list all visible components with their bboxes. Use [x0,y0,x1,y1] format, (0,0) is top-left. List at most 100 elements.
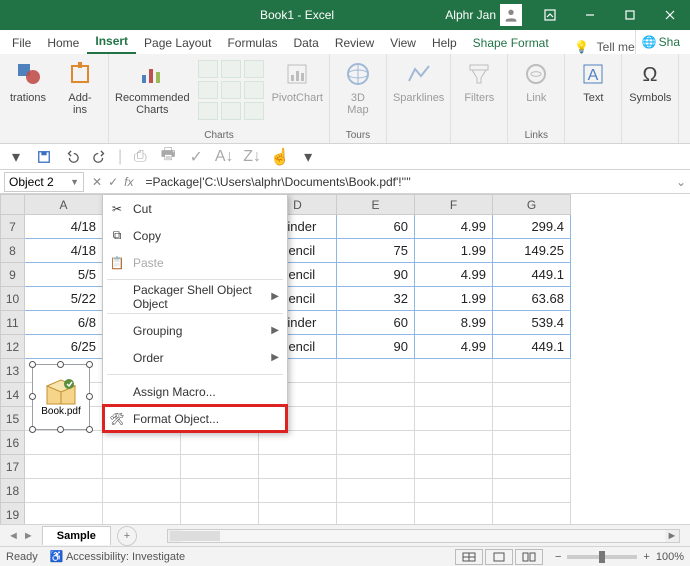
print-preview-icon[interactable]: 🖶 [158,147,178,167]
redo-button[interactable] [90,147,110,167]
addins-button[interactable]: Add- ins [58,60,102,116]
row-header[interactable]: 17 [1,455,25,479]
row-header[interactable]: 12 [1,335,25,359]
cell[interactable]: 32 [337,287,415,311]
cell[interactable] [25,455,103,479]
cell[interactable]: 8.99 [415,311,493,335]
scroll-right-icon[interactable]: ► [665,530,679,542]
cell[interactable]: 149.25 [493,239,571,263]
cell[interactable] [337,407,415,431]
cell[interactable]: 5/22 [25,287,103,311]
symbols-button[interactable]: Ω Symbols [628,60,672,104]
row-header[interactable]: 14 [1,383,25,407]
enter-formula-icon[interactable]: ✓ [108,175,118,189]
resize-handle[interactable] [86,393,93,400]
cell[interactable]: 5/5 [25,263,103,287]
tab-home[interactable]: Home [39,32,87,54]
3d-map-button[interactable]: 3D Map [336,60,380,116]
cell[interactable] [103,479,181,503]
cell[interactable] [415,479,493,503]
cell[interactable] [337,383,415,407]
cell[interactable] [337,359,415,383]
row-header[interactable]: 16 [1,431,25,455]
undo-button[interactable] [62,147,82,167]
illustrations-button[interactable]: trations [6,60,50,104]
cell[interactable]: 90 [337,335,415,359]
cell[interactable] [493,431,571,455]
cell[interactable]: 449.1 [493,335,571,359]
scroll-thumb[interactable] [170,531,220,541]
cell[interactable] [103,431,181,455]
resize-handle[interactable] [29,426,36,433]
context-menu-item[interactable]: Assign Macro... [103,378,287,405]
expand-formula-bar-icon[interactable]: ⌄ [672,175,690,189]
row-header[interactable]: 18 [1,479,25,503]
minimize-button[interactable] [570,0,610,30]
cell[interactable]: 63.68 [493,287,571,311]
zoom-level[interactable]: 100% [656,551,684,563]
cell[interactable] [493,383,571,407]
column-header[interactable]: G [493,195,571,215]
cell[interactable] [337,503,415,525]
zoom-out-button[interactable]: − [555,551,561,563]
select-all-corner[interactable] [1,195,25,215]
cell[interactable]: 6/25 [25,335,103,359]
ribbon-display-options-button[interactable] [530,0,570,30]
cell[interactable]: 60 [337,215,415,239]
recommended-charts-button[interactable]: Recommended Charts [115,60,190,116]
tab-shape-format[interactable]: Shape Format [465,32,557,54]
cell[interactable] [259,431,337,455]
quick-print-icon[interactable]: ⎙ [130,147,150,167]
embedded-object[interactable]: Book.pdf [32,364,90,430]
cell[interactable] [181,431,259,455]
close-button[interactable] [650,0,690,30]
cell[interactable] [259,479,337,503]
zoom-slider[interactable] [567,555,637,559]
tab-insert[interactable]: Insert [87,30,136,54]
context-menu-item[interactable]: ⧉Copy [103,222,287,249]
row-header[interactable]: 15 [1,407,25,431]
cell[interactable]: 60 [337,311,415,335]
spelling-icon[interactable]: ✓ [186,147,206,167]
cell[interactable] [259,455,337,479]
row-header[interactable]: 13 [1,359,25,383]
maximize-button[interactable] [610,0,650,30]
cell[interactable]: 4.99 [415,335,493,359]
chart-type-gallery[interactable] [198,60,264,120]
save-icon[interactable] [34,147,54,167]
new-sheet-button[interactable]: + [117,526,137,546]
column-header[interactable]: F [415,195,493,215]
tab-review[interactable]: Review [327,32,382,54]
normal-view-button[interactable] [455,549,483,565]
zoom-in-button[interactable]: + [643,551,649,563]
worksheet-grid[interactable]: ABCDEFG74/18Binder604.99299.484/18wsPenc… [0,194,690,524]
pivotchart-button[interactable]: PivotChart [272,60,323,104]
cell[interactable]: 449.1 [493,263,571,287]
cell[interactable] [493,479,571,503]
tab-page-layout[interactable]: Page Layout [136,32,219,54]
row-header[interactable]: 7 [1,215,25,239]
cell[interactable] [25,431,103,455]
cell[interactable] [415,359,493,383]
resize-handle[interactable] [29,361,36,368]
cell[interactable] [337,479,415,503]
cell[interactable] [415,503,493,525]
row-header[interactable]: 8 [1,239,25,263]
account-area[interactable]: Alphr Jan [445,4,522,26]
cell[interactable]: 4/18 [25,215,103,239]
cell[interactable]: 4.99 [415,263,493,287]
cell[interactable] [259,503,337,525]
filters-button[interactable]: Filters [457,60,501,104]
qat-more-icon[interactable]: ▾ [298,147,318,167]
qat-dropdown-icon[interactable]: ▾ [6,147,26,167]
cell[interactable] [493,359,571,383]
cell[interactable] [25,503,103,525]
link-button[interactable]: Link [514,60,558,104]
resize-handle[interactable] [86,426,93,433]
touch-mode-icon[interactable]: ☝ [270,147,290,167]
formula-input[interactable]: =Package|'C:\Users\alphr\Documents\Book.… [141,175,672,189]
cell[interactable] [493,503,571,525]
tab-help[interactable]: Help [424,32,465,54]
name-box-dropdown-icon[interactable]: ▼ [70,177,79,187]
cell[interactable] [493,407,571,431]
